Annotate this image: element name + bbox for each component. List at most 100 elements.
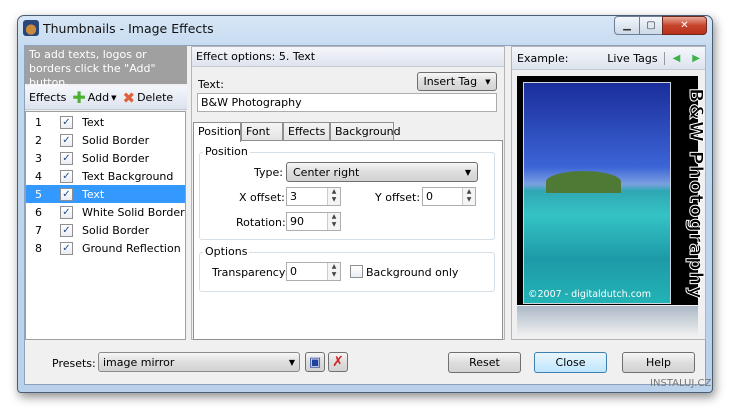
- plus-icon: ✚: [72, 88, 86, 107]
- item-label: White Solid Border: [82, 205, 185, 219]
- y-offset-spinner[interactable]: 0 ▲ ▼: [422, 187, 476, 206]
- enabled-checkbox[interactable]: ✓: [60, 241, 73, 255]
- background-only-checkbox[interactable]: [350, 265, 363, 278]
- enabled-checkbox[interactable]: ✓: [60, 223, 73, 237]
- close-button[interactable]: Close: [534, 352, 607, 373]
- x-offset-spinner[interactable]: 3 ▲ ▼: [286, 187, 341, 206]
- spin-arrows-icon[interactable]: ▲ ▼: [327, 263, 340, 280]
- chevron-down-icon: ▼: [288, 357, 295, 367]
- tab-effects[interactable]: Effects: [283, 122, 330, 141]
- insert-tag-button[interactable]: Insert Tag ▼: [417, 72, 497, 91]
- y-offset-label: Y offset:: [375, 191, 421, 204]
- item-number: 4: [35, 169, 42, 183]
- chevron-down-icon: ▼: [485, 77, 491, 86]
- live-tags-button[interactable]: Live Tags: [607, 51, 665, 65]
- copyright-text: ©2007 - digitaldutch.com: [528, 289, 651, 300]
- y-offset-value: 0: [426, 190, 433, 203]
- type-select[interactable]: Center right ▼: [286, 162, 478, 182]
- delete-label: Delete: [137, 91, 174, 104]
- effect-list-item[interactable]: 1 ✓ Text: [26, 113, 185, 131]
- delete-button[interactable]: ✖ Delete: [122, 89, 173, 107]
- effect-list-item[interactable]: 3 ✓ Solid Border: [26, 149, 185, 167]
- reset-button[interactable]: Reset: [448, 352, 521, 373]
- example-header: Example: Live Tags ◀ ▶: [512, 47, 705, 70]
- delete-preset-button[interactable]: ✗: [328, 352, 348, 372]
- enabled-checkbox[interactable]: ✓: [60, 115, 73, 129]
- effects-list[interactable]: 1 ✓ Text 2 ✓ Solid Border 3 ✓ Solid Border 4 ✓ Text…: [25, 111, 186, 340]
- effects-label: Effects: [29, 91, 67, 104]
- enabled-checkbox[interactable]: ✓: [60, 151, 73, 165]
- item-label: Solid Border: [82, 223, 150, 237]
- text-label: Text:: [198, 78, 224, 91]
- enabled-checkbox[interactable]: ✓: [60, 169, 73, 183]
- effect-list-item[interactable]: 7 ✓ Solid Border: [26, 221, 185, 239]
- type-label: Type:: [254, 166, 283, 179]
- island: [546, 171, 621, 193]
- text-input[interactable]: B&W Photography: [197, 93, 497, 112]
- item-label: Text: [82, 115, 105, 129]
- add-label: Add: [87, 91, 110, 104]
- maximize-button[interactable]: ▢: [639, 16, 663, 35]
- item-number: 3: [35, 151, 42, 165]
- item-label: Text Background: [82, 169, 174, 183]
- insert-tag-label: Insert Tag: [423, 75, 478, 88]
- tab-background[interactable]: Background: [330, 122, 401, 141]
- help-button[interactable]: Help: [622, 352, 695, 373]
- type-value: Center right: [293, 165, 360, 179]
- item-number: 2: [35, 133, 42, 147]
- effect-list-item[interactable]: 4 ✓ Text Background: [26, 167, 185, 185]
- effect-options-header: Effect options: 5. Text: [192, 47, 504, 67]
- enabled-checkbox[interactable]: ✓: [60, 187, 73, 201]
- watermark: INSTALUJ.CZ: [650, 378, 712, 389]
- rotation-label: Rotation:: [236, 216, 286, 229]
- x-offset-value: 3: [290, 190, 297, 203]
- item-label: Solid Border: [82, 133, 150, 147]
- window-title: Thumbnails - Image Effects: [43, 21, 214, 36]
- tab-position[interactable]: Position: [193, 122, 241, 142]
- background-only-label: Background only: [366, 266, 459, 279]
- previous-arrow-icon[interactable]: ◀: [673, 53, 681, 64]
- chevron-down-icon: ▼: [111, 93, 117, 102]
- reflection: [517, 306, 698, 336]
- add-button[interactable]: ✚ Add ▼: [72, 88, 116, 107]
- hint-text: To add texts, logos or borders click the…: [25, 46, 187, 89]
- enabled-checkbox[interactable]: ✓: [60, 205, 73, 219]
- options-group-label: Options: [203, 245, 250, 258]
- delete-icon: ✗: [332, 354, 344, 370]
- transparency-spinner[interactable]: 0 ▲ ▼: [286, 262, 341, 281]
- spin-arrows-icon[interactable]: ▲ ▼: [462, 188, 475, 205]
- spin-arrows-icon[interactable]: ▲ ▼: [327, 213, 340, 230]
- delete-icon: ✖: [122, 88, 136, 107]
- effect-list-item[interactable]: 8 ✓ Ground Reflection: [26, 239, 185, 257]
- save-preset-button[interactable]: ▣: [305, 352, 325, 372]
- rotation-spinner[interactable]: 90 ▲ ▼: [286, 212, 341, 231]
- minimize-button[interactable]: ▁: [614, 16, 640, 35]
- effect-list-item[interactable]: 5 ✓ Text: [26, 185, 185, 203]
- presets-label: Presets:: [52, 357, 96, 370]
- photo: ©2007 - digitaldutch.com: [523, 82, 671, 304]
- app-icon: [23, 20, 39, 36]
- item-label: Ground Reflection: [82, 241, 181, 255]
- tab-font[interactable]: Font: [241, 122, 283, 141]
- save-icon: ▣: [308, 354, 322, 370]
- effect-list-item[interactable]: 6 ✓ White Solid Border: [26, 203, 185, 221]
- position-group-label: Position: [203, 145, 250, 158]
- effects-toolbar: Effects ✚ Add ▼ ✖ Delete: [25, 86, 187, 110]
- transparency-label: Transparency:: [212, 266, 289, 279]
- enabled-checkbox[interactable]: ✓: [60, 133, 73, 147]
- close-window-button[interactable]: ✕: [662, 16, 707, 35]
- presets-value: image mirror: [103, 355, 175, 369]
- item-number: 6: [35, 205, 42, 219]
- item-label: Text: [82, 187, 105, 201]
- item-number: 7: [35, 223, 42, 237]
- spin-arrows-icon[interactable]: ▲ ▼: [327, 188, 340, 205]
- rotation-value: 90: [290, 215, 304, 228]
- preview-image: ©2007 - digitaldutch.com B&W Photography: [517, 76, 708, 305]
- overlay-text: B&W Photography: [685, 88, 708, 301]
- effect-list-item[interactable]: 2 ✓ Solid Border: [26, 131, 185, 149]
- next-arrow-icon[interactable]: ▶: [692, 53, 700, 64]
- item-number: 8: [35, 241, 42, 255]
- presets-select[interactable]: image mirror ▼: [98, 352, 300, 372]
- item-number: 5: [35, 187, 42, 201]
- chevron-down-icon: ▼: [464, 167, 471, 177]
